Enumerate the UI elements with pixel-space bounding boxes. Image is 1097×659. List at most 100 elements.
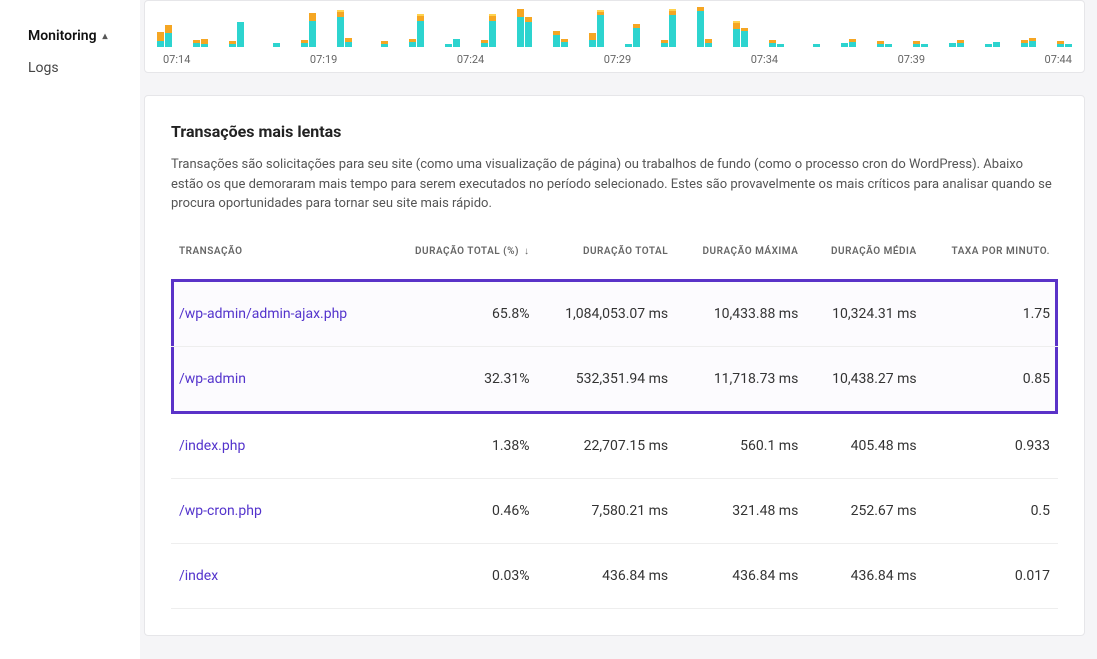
col-transaction[interactable]: TRANSAÇÃO xyxy=(171,246,386,281)
transaction-link[interactable]: /index xyxy=(179,568,218,584)
orange-segment xyxy=(157,32,164,41)
bar[interactable] xyxy=(453,39,460,47)
col-rate[interactable]: TAXA POR MINUTO. xyxy=(925,246,1058,281)
transaction-link[interactable]: /index.php xyxy=(179,438,245,454)
bar[interactable] xyxy=(769,40,776,47)
bar[interactable] xyxy=(985,44,992,47)
col-avg[interactable]: DURAÇÃO MÉDIA xyxy=(806,246,924,281)
bar[interactable] xyxy=(957,40,964,47)
chart-xticks: 07:1407:1907:2407:2907:3407:3907:44 xyxy=(155,47,1074,72)
bar[interactable] xyxy=(921,44,928,47)
x-tick: 07:24 xyxy=(457,53,484,66)
bar[interactable] xyxy=(597,10,604,47)
orange-segment xyxy=(165,25,172,33)
panel-description: Transações são solicitações para seu sit… xyxy=(171,155,1058,214)
bar[interactable] xyxy=(625,44,632,47)
table-row[interactable]: /wp-admin/admin-ajax.php65.8%1,084,053.0… xyxy=(171,280,1058,346)
bar[interactable] xyxy=(1057,41,1064,47)
bar[interactable] xyxy=(237,22,244,47)
bar[interactable] xyxy=(561,39,568,47)
orange-segment xyxy=(309,13,316,21)
bar[interactable] xyxy=(589,33,596,47)
bar[interactable] xyxy=(165,25,172,47)
teal-segment xyxy=(445,44,452,47)
col-total[interactable]: DURAÇÃO TOTAL xyxy=(538,246,677,281)
sidebar-item-logs[interactable]: Logs xyxy=(0,52,140,84)
bar[interactable] xyxy=(381,41,388,47)
bar[interactable] xyxy=(633,24,640,47)
bar[interactable] xyxy=(697,7,704,47)
col-max[interactable]: DURAÇÃO MÁXIMA xyxy=(676,246,806,281)
bar[interactable] xyxy=(669,9,676,47)
bar[interactable] xyxy=(417,14,424,47)
teal-segment xyxy=(381,44,388,47)
teal-segment xyxy=(705,43,712,47)
bar[interactable] xyxy=(273,43,280,47)
bar[interactable] xyxy=(1029,38,1036,47)
bar[interactable] xyxy=(517,9,524,47)
bar[interactable] xyxy=(705,39,712,47)
transaction-link[interactable]: /wp-admin/admin-ajax.php xyxy=(179,306,347,322)
transactions-table: TRANSAÇÃO DURAÇÃO TOTAL (%) ↓ DURAÇÃO TO… xyxy=(171,246,1058,609)
cell: /index.php xyxy=(171,412,386,478)
bar[interactable] xyxy=(337,10,344,47)
transaction-link[interactable]: /wp-cron.php xyxy=(179,503,262,519)
bar[interactable] xyxy=(301,40,308,47)
cell: 7,580.21 ms xyxy=(538,478,677,543)
bar[interactable] xyxy=(409,39,416,47)
x-tick: 07:44 xyxy=(1045,53,1072,66)
bar-group xyxy=(589,10,604,47)
bar[interactable] xyxy=(877,41,884,47)
bar[interactable] xyxy=(489,14,496,47)
cell: 10,324.31 ms xyxy=(806,280,924,346)
teal-segment xyxy=(697,11,704,47)
table-row[interactable]: /index0.03%436.84 ms436.84 ms436.84 ms0.… xyxy=(171,543,1058,608)
cell: 0.03% xyxy=(386,543,538,608)
cell: 436.84 ms xyxy=(676,543,806,608)
sidebar-item-monitoring[interactable]: Monitoring ▴ xyxy=(0,20,140,52)
bar[interactable] xyxy=(885,44,892,47)
teal-segment xyxy=(777,44,784,47)
teal-segment xyxy=(661,43,668,47)
table-row[interactable]: /wp-admin32.31%532,351.94 ms11,718.73 ms… xyxy=(171,346,1058,412)
bar[interactable] xyxy=(229,41,236,47)
teal-segment xyxy=(157,41,164,47)
teal-segment xyxy=(553,35,560,47)
teal-segment xyxy=(489,21,496,47)
bar[interactable] xyxy=(193,40,200,47)
bar[interactable] xyxy=(481,40,488,47)
cell: 321.48 ms xyxy=(676,478,806,543)
bar[interactable] xyxy=(841,43,848,47)
bar[interactable] xyxy=(525,17,532,47)
bar[interactable] xyxy=(445,44,452,47)
bar[interactable] xyxy=(1021,40,1028,47)
bar[interactable] xyxy=(741,28,748,47)
bar[interactable] xyxy=(777,44,784,47)
table-row[interactable]: /wp-cron.php0.46%7,580.21 ms321.48 ms252… xyxy=(171,478,1058,543)
panel-title: Transações mais lentas xyxy=(171,122,1058,141)
cell: 0.5 xyxy=(925,478,1058,543)
bar[interactable] xyxy=(1065,44,1072,47)
bar[interactable] xyxy=(993,42,1000,47)
bar[interactable] xyxy=(553,31,560,47)
bar[interactable] xyxy=(849,39,856,47)
bar[interactable] xyxy=(309,13,316,47)
bar-group xyxy=(625,24,640,47)
bar[interactable] xyxy=(157,32,164,47)
col-total-pct[interactable]: DURAÇÃO TOTAL (%) ↓ xyxy=(386,246,538,281)
col-label: DURAÇÃO TOTAL (%) xyxy=(415,246,519,257)
bar[interactable] xyxy=(345,38,352,47)
transaction-link[interactable]: /wp-admin xyxy=(179,371,246,387)
sidebar-item-label: Logs xyxy=(28,60,59,76)
cell: 11,718.73 ms xyxy=(676,346,806,412)
bar[interactable] xyxy=(733,21,740,47)
cell: 1,084,053.07 ms xyxy=(538,280,677,346)
table-row[interactable]: /index.php1.38%22,707.15 ms560.1 ms405.4… xyxy=(171,412,1058,478)
bar[interactable] xyxy=(201,39,208,47)
teal-segment xyxy=(345,42,352,47)
bar[interactable] xyxy=(949,43,956,47)
bar[interactable] xyxy=(813,44,820,47)
bar[interactable] xyxy=(913,41,920,47)
teal-segment xyxy=(481,43,488,47)
bar[interactable] xyxy=(661,40,668,47)
